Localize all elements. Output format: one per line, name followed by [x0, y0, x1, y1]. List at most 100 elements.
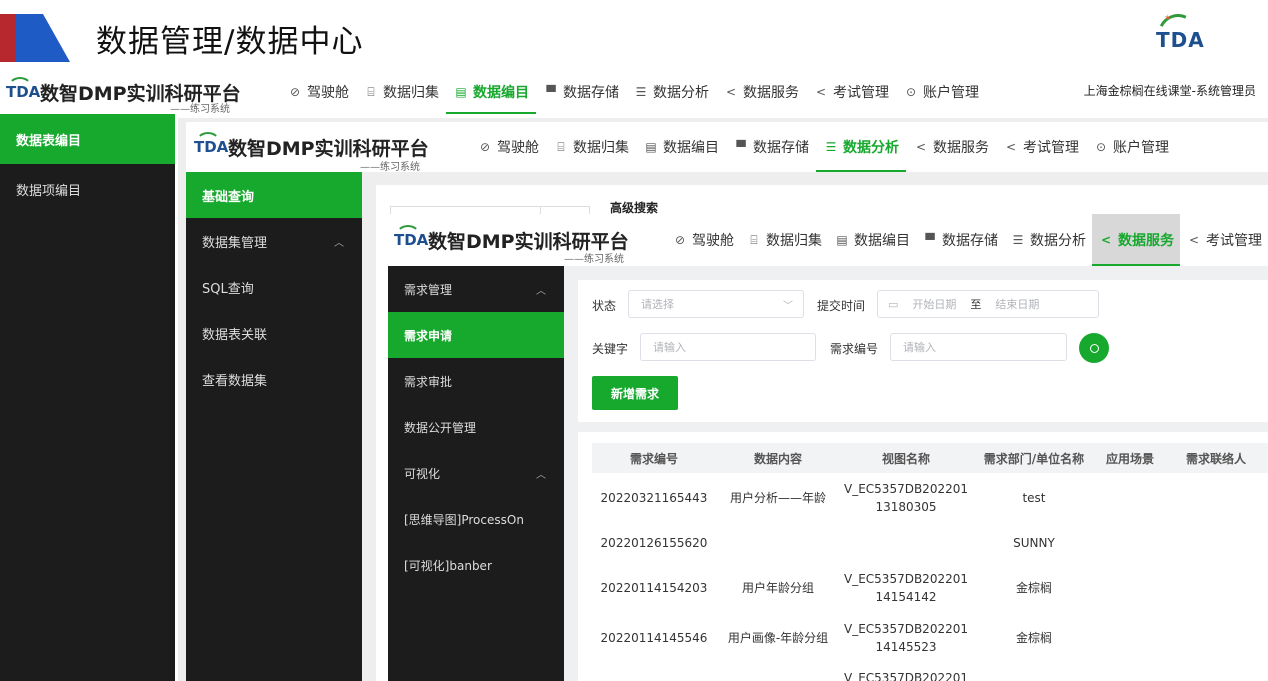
catalog-icon: ▤ — [455, 85, 467, 99]
nav-item-0[interactable]: ⊘ 驾驶舱 — [280, 70, 356, 114]
table-row[interactable]: 20220126155620 SUNNY — [592, 523, 1268, 563]
end-date[interactable]: 结束日期 — [995, 296, 1039, 312]
cell-dept: test — [1022, 491, 1046, 505]
sidebar-item-demand-mgmt[interactable]: 需求管理 ︿ — [388, 266, 564, 312]
sidebar-item-banber[interactable]: [可视化]banber — [388, 542, 564, 588]
nav-item-2[interactable]: ▤ 数据编目 — [828, 214, 916, 266]
col-header-view[interactable]: 视图名称 — [840, 443, 972, 473]
sidebar-item-demand-approve[interactable]: 需求审批 — [388, 358, 564, 404]
nav-item-label: 数据归集 — [383, 85, 439, 101]
nav-item-6[interactable]: < 考试管理 — [996, 122, 1086, 172]
nav-item-5[interactable]: < 数据服务 — [716, 70, 806, 114]
sidebar-item-visualize[interactable]: 可视化 ︿ — [388, 450, 564, 496]
sidebar-item-dataset-mgmt[interactable]: 数据集管理 ︿ — [186, 218, 362, 264]
sidebar-item-basic-query[interactable]: 基础查询 — [186, 172, 362, 218]
share-icon: < — [1005, 140, 1017, 154]
nav-item-label: 数据服务 — [933, 140, 989, 156]
nav-item-4[interactable]: ☰ 数据分析 — [816, 122, 906, 172]
nav-item-label: 数据分析 — [653, 85, 709, 101]
col-header-dept[interactable]: 需求部门/单位名称 — [972, 443, 1096, 473]
nav-item-7[interactable]: ⊙ 账户管理 — [1086, 122, 1176, 172]
sidebar-item-table-join[interactable]: 数据表关联 — [186, 310, 362, 356]
col-header-scene[interactable]: 应用场景 — [1096, 443, 1164, 473]
cell-content: 用户分析——年龄 — [729, 491, 826, 505]
cell-dept: SUNNY — [1013, 536, 1055, 550]
nav-item-1[interactable]: ⌸ 数据归集 — [740, 214, 828, 266]
nav-item-3[interactable]: ▀ 数据存储 — [726, 122, 816, 172]
nav-item-1[interactable]: ⌸ 数据归集 — [546, 122, 636, 172]
nav-item-1[interactable]: ⌸ 数据归集 — [356, 70, 446, 114]
nav-items-1: ⊘ 驾驶舱 ⌸ 数据归集 ▤ 数据编目 ▀ 数据存储 ☰ 数据分析 < 数据服务 < 考试管理 ⊙ 账户管理 — [280, 70, 986, 114]
col-header-id[interactable]: 需求编号 — [592, 443, 716, 473]
search-icon — [1089, 343, 1099, 353]
nav-item-3[interactable]: ▀ 数据存储 — [916, 214, 1004, 266]
nav-item-label: 数据分析 — [1030, 233, 1086, 249]
nav-item-4[interactable]: ☰ 数据分析 — [1004, 214, 1092, 266]
col-header-content[interactable]: 数据内容 — [716, 443, 840, 473]
sidebar-item-field-catalog[interactable]: 数据项编目 — [0, 164, 175, 214]
nav-item-6[interactable]: < 考试管理 — [1180, 214, 1268, 266]
table-row[interactable]: V_EC5357DB202201 — [592, 663, 1268, 681]
reqno-input[interactable]: 请输入 — [890, 333, 1067, 361]
monitor-icon: ▀ — [736, 140, 746, 154]
nav-item-0[interactable]: ⊘ 驾驶舱 — [666, 214, 740, 266]
brand-logo-icon: TDA — [394, 225, 428, 249]
date-to-label: 至 — [970, 298, 982, 311]
gauge-icon: ⊘ — [479, 140, 491, 154]
catalog-icon: ▤ — [645, 140, 657, 154]
add-demand-button[interactable]: 新增需求 — [592, 376, 678, 410]
sidebar-item-data-public[interactable]: 数据公开管理 — [388, 404, 564, 450]
nav-item-label: 数据分析 — [843, 140, 899, 156]
sidebar-2: 基础查询 数据集管理 ︿ SQL查询 数据表关联 查看数据集 — [186, 172, 362, 681]
sidebar-item-processon[interactable]: [思维导图]ProcessOn — [388, 496, 564, 542]
cell-id: 20220126155620 — [600, 536, 708, 550]
nav-item-5[interactable]: < 数据服务 — [1092, 214, 1180, 266]
cell-scene — [1096, 523, 1164, 563]
nav-item-label: 数据存储 — [563, 85, 619, 101]
sidebar-item-table-catalog[interactable]: 数据表编目 — [0, 114, 175, 164]
nav-item-label: 驾驶舱 — [307, 85, 349, 101]
brand-sub: ——练习系统 — [170, 104, 230, 115]
table-row[interactable]: 20220321165443 用户分析——年龄 V_EC5357DB202201… — [592, 473, 1268, 523]
chevron-up-icon: ︿ — [536, 285, 546, 297]
status-select[interactable]: 请选择 ﹀ — [628, 290, 804, 318]
date-range-picker[interactable]: ▭ 开始日期 至 结束日期 — [877, 290, 1099, 318]
table-row[interactable]: 20220114154203 用户年龄分组 V_EC5357DB202201 14… — [592, 563, 1268, 613]
cell-id: 20220321165443 — [600, 491, 708, 505]
brand-logo-icon: TDA — [194, 132, 228, 156]
nav-item-0[interactable]: ⊘ 驾驶舱 — [470, 122, 546, 172]
nav-item-2[interactable]: ▤ 数据编目 — [636, 122, 726, 172]
brand-2[interactable]: TDA 数智DMP实训科研平台 ——练习系统 — [186, 122, 470, 173]
reqno-label: 需求编号 — [830, 342, 879, 356]
nav-item-3[interactable]: ▀ 数据存储 — [536, 70, 626, 114]
brand-3[interactable]: TDA 数智DMP实训科研平台 ——练习系统 — [388, 214, 666, 266]
logo-star-icon: ✶ — [1164, 14, 1172, 24]
cell-contact — [1164, 523, 1268, 563]
inbox-icon: ⌸ — [750, 232, 758, 247]
brand-1[interactable]: TDA 数智DMP实训科研平台 ——练习系统 — [0, 70, 280, 115]
nav-item-label: 数据归集 — [766, 233, 822, 249]
keyword-input[interactable]: 请输入 — [640, 333, 816, 361]
nav-item-4[interactable]: ☰ 数据分析 — [626, 70, 716, 114]
nav-item-label: 考试管理 — [1206, 233, 1262, 249]
sidebar-item-demand-apply[interactable]: 需求申请 — [388, 312, 564, 358]
slide-deco-blue — [16, 14, 70, 62]
nav-item-label: 数据编目 — [854, 233, 910, 249]
sliders-icon: ☰ — [635, 85, 647, 99]
nav-item-2[interactable]: ▤ 数据编目 — [446, 70, 536, 114]
nav-item-6[interactable]: < 考试管理 — [806, 70, 896, 114]
table-row[interactable]: 20220114145546 用户画像-年龄分组 V_EC5357DB20220… — [592, 613, 1268, 663]
cell-dept: 金棕榈 — [1015, 581, 1052, 595]
user-label[interactable]: 上海金棕榈在线课堂-系统管理员 — [1084, 82, 1256, 99]
nav-item-7[interactable]: ⊙ 账户管理 — [896, 70, 986, 114]
col-header-contact[interactable]: 需求联络人 — [1164, 443, 1268, 473]
nav-item-label: 数据存储 — [753, 140, 809, 156]
start-date[interactable]: 开始日期 — [912, 296, 956, 312]
sidebar-item-sql-query[interactable]: SQL查询 — [186, 264, 362, 310]
cell-contact — [1164, 613, 1268, 663]
nav-item-label: 数据编目 — [473, 85, 529, 101]
nav-item-label: 驾驶舱 — [497, 140, 539, 156]
search-button[interactable] — [1079, 333, 1109, 363]
nav-item-5[interactable]: < 数据服务 — [906, 122, 996, 172]
sidebar-item-view-dataset[interactable]: 查看数据集 — [186, 356, 362, 402]
